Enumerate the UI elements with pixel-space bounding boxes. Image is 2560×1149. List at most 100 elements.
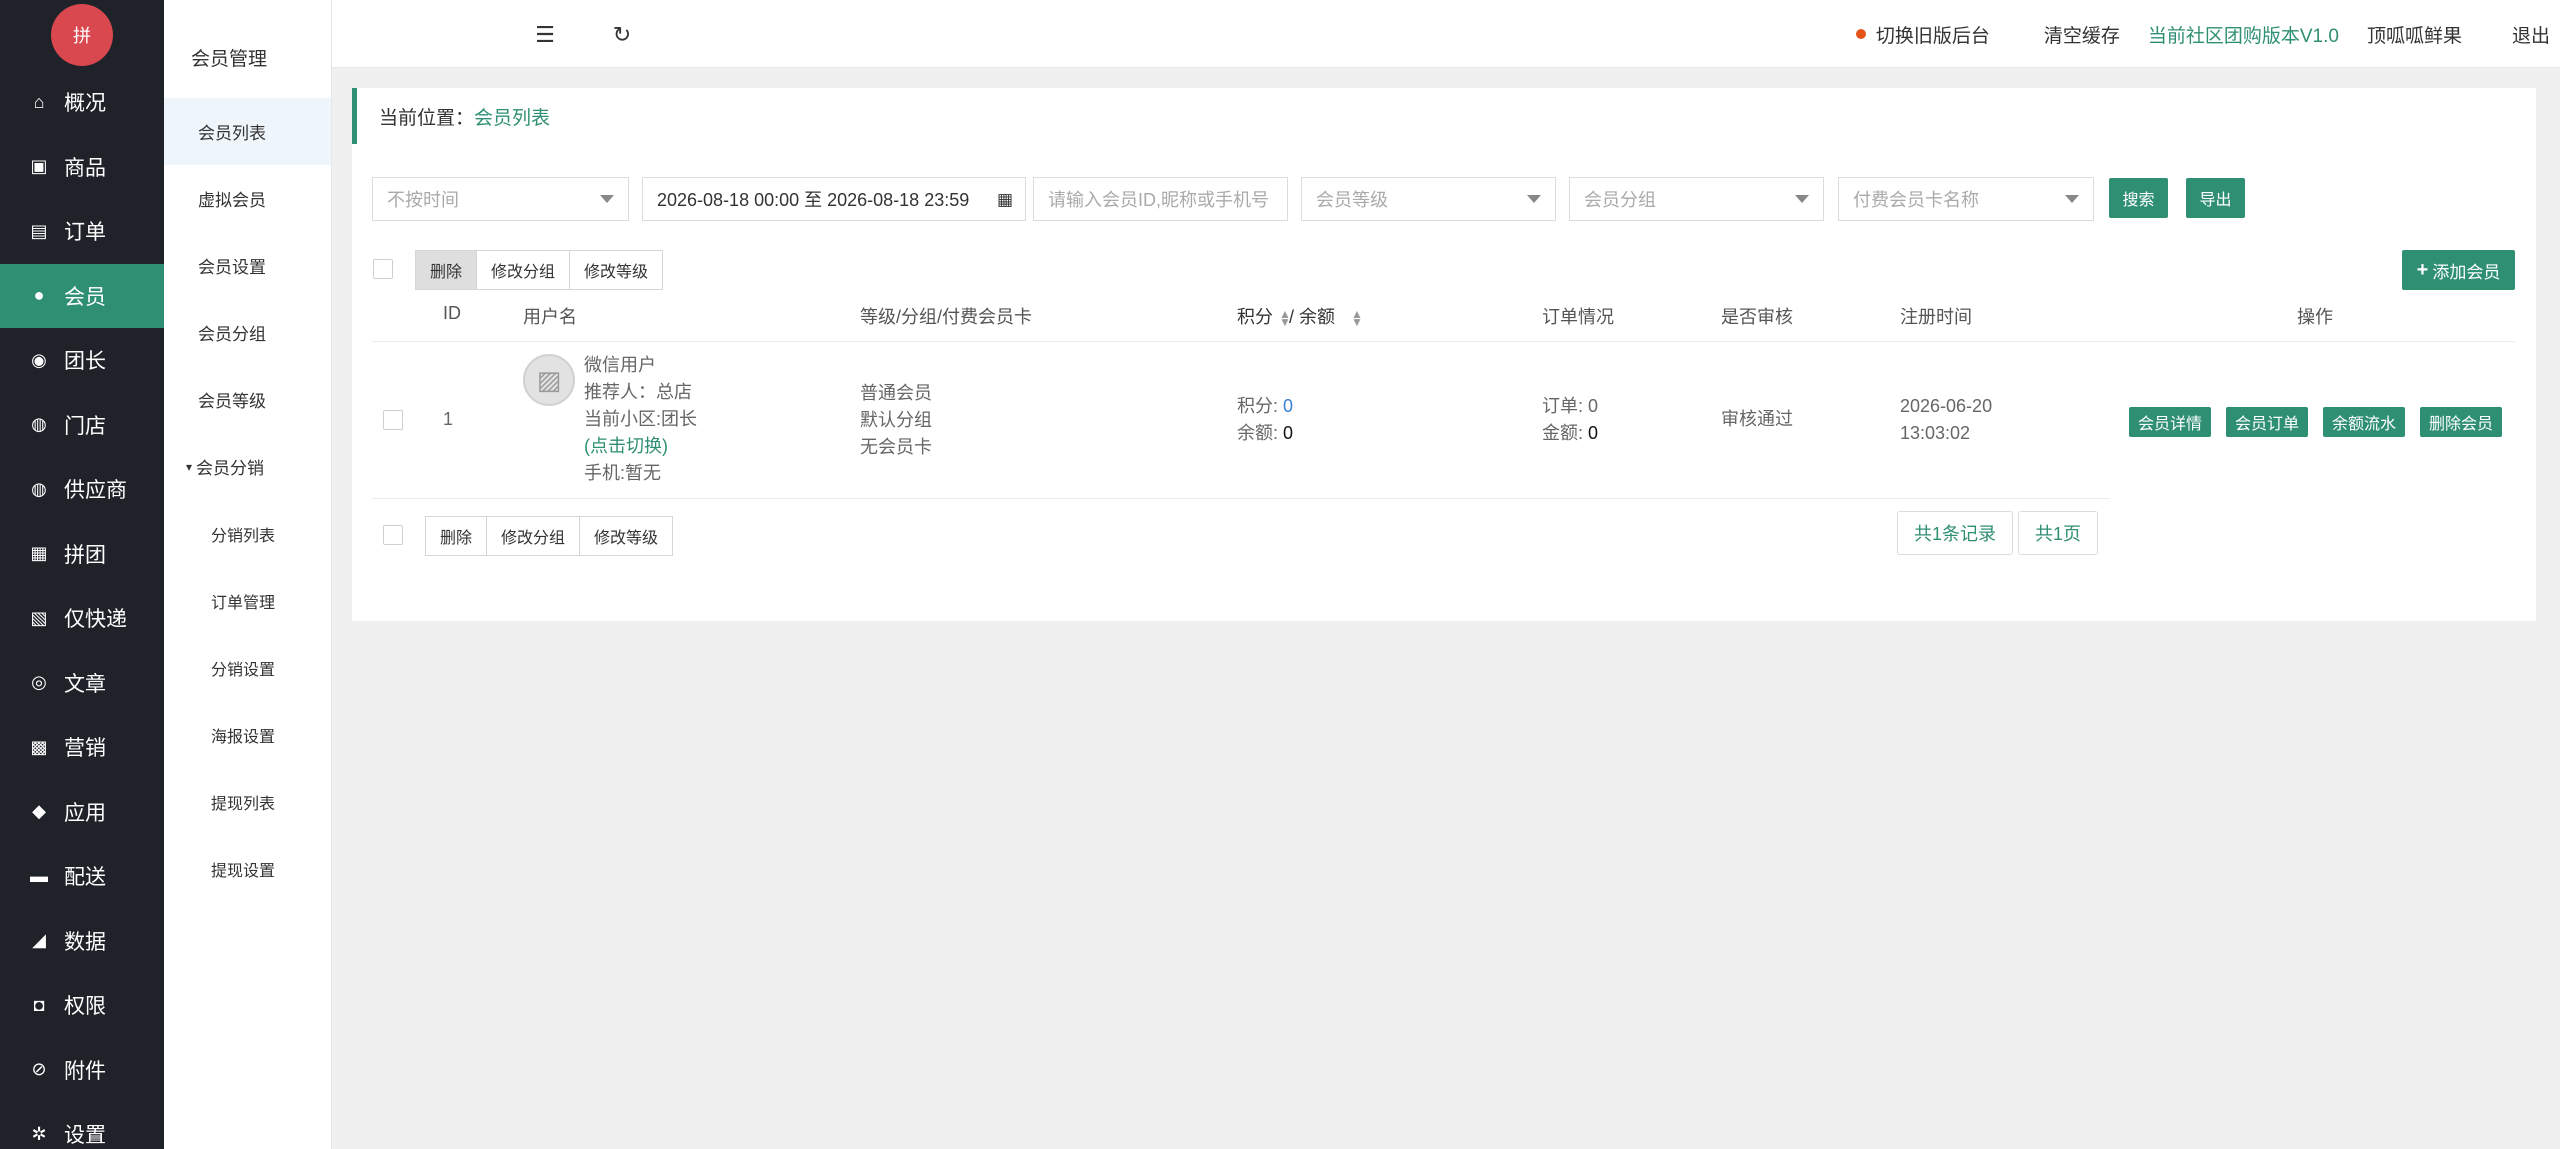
sort-icon[interactable]: ▲ ▼	[1279, 308, 1291, 328]
row-checkbox[interactable]	[383, 410, 403, 430]
gift-icon: ▩	[30, 736, 48, 757]
subnav-item-1[interactable]: 虚拟会员	[164, 165, 331, 232]
group-filter-select[interactable]: 会员分组	[1569, 177, 1824, 221]
version-link[interactable]: 当前社区团购版本V1.0	[2148, 21, 2339, 48]
subnav-item-2[interactable]: 会员设置	[164, 232, 331, 299]
logo-area: 拼	[0, 0, 164, 70]
points-value[interactable]: 0	[1283, 396, 1293, 416]
card-filter-select[interactable]: 付费会员卡名称	[1838, 177, 2094, 221]
balance-flow-button[interactable]: 余额流水	[2323, 407, 2406, 437]
sidebar-item-label: 数据	[64, 930, 106, 954]
bulk-edit-level-button[interactable]: 修改等级	[579, 516, 674, 556]
sidebar-item-12[interactable]: ▬ 配送	[0, 844, 164, 909]
delete-member-button[interactable]: 删除会员	[2420, 407, 2503, 437]
breadcrumb: 当前位置： 会员列表	[352, 88, 2536, 144]
subnav-child-1[interactable]: 订单管理	[164, 567, 331, 634]
subnav-item-4[interactable]: 会员等级	[164, 366, 331, 433]
sidebar-item-label: 配送	[64, 866, 106, 890]
chevron-down-icon	[1527, 195, 1541, 203]
sidebar-item-11[interactable]: ◆ 应用	[0, 780, 164, 845]
bulk-edit-group-button[interactable]: 修改分组	[486, 516, 581, 556]
sidebar-item-5[interactable]: ◍ 门店	[0, 393, 164, 458]
subnav-group-distribution[interactable]: ▾ 会员分销	[164, 433, 331, 500]
refresh-icon[interactable]: ↻	[609, 22, 635, 48]
article-icon: ◎	[31, 672, 47, 693]
sidebar-item-1[interactable]: ▣ 商品	[0, 135, 164, 200]
subnav-child-2[interactable]: 分销设置	[164, 634, 331, 701]
sidebar-item-13[interactable]: ◢ 数据	[0, 909, 164, 974]
search-button[interactable]: 搜索	[2109, 178, 2168, 218]
row-id: 1	[443, 409, 454, 429]
subnav-item-0[interactable]: 会员列表	[164, 98, 331, 165]
col-level: 等级/分组/付费会员卡	[860, 307, 1033, 327]
sidebar-item-2[interactable]: ▤ 订单	[0, 199, 164, 264]
sidebar-item-label: 商品	[64, 156, 106, 180]
sort-icon[interactable]: ▲ ▼	[1351, 308, 1363, 328]
clear-cache-link[interactable]: 清空缓存	[2044, 21, 2120, 48]
keyword-placeholder: 请输入会员ID,昵称或手机号	[1048, 190, 1269, 210]
card-filter-value: 付费会员卡名称	[1853, 190, 1979, 210]
col-actions: 操作	[2297, 307, 2333, 327]
export-button[interactable]: 导出	[2186, 178, 2245, 218]
bulk-actions-bottom: 删除 修改分组 修改等级	[425, 516, 674, 556]
sidebar-item-label: 会员	[64, 285, 106, 309]
level-filter-select[interactable]: 会员等级	[1301, 177, 1556, 221]
user-phone: 手机:暂无	[584, 463, 662, 483]
col-points[interactable]: 积分 ▲ ▼/ 余额 ▲ ▼	[1237, 303, 1363, 329]
store-icon: ◍	[31, 414, 47, 435]
logout-link[interactable]: 退出	[2512, 21, 2550, 48]
switch-community-link[interactable]: (点击切换)	[584, 433, 697, 460]
app-logo[interactable]: 拼	[51, 4, 113, 66]
subnav-child-3[interactable]: 海报设置	[164, 701, 331, 768]
bulk-edit-group-button[interactable]: 修改分组	[476, 250, 571, 290]
chevron-down-icon	[1795, 195, 1809, 203]
sidebar-item-15[interactable]: ⊘ 附件	[0, 1038, 164, 1103]
add-member-button[interactable]: + 添加会员	[2402, 250, 2515, 290]
bulk-delete-button[interactable]: 删除	[425, 516, 488, 556]
express-icon: ▧	[30, 607, 48, 628]
date-range-input[interactable]: 2026-08-18 00:00 至 2026-08-18 23:59 ▦	[642, 177, 1026, 221]
leader-icon: ◉	[31, 349, 47, 370]
member-detail-button[interactable]: 会员详情	[2129, 407, 2212, 437]
sidebar-item-9[interactable]: ◎ 文章	[0, 651, 164, 716]
sidebar-item-3[interactable]: ● 会员	[0, 263, 164, 328]
subnav-child-0[interactable]: 分销列表	[164, 500, 331, 567]
select-all-checkbox-bottom[interactable]	[383, 525, 403, 545]
col-audit: 是否审核	[1721, 307, 1793, 327]
time-filter-value: 不按时间	[387, 190, 459, 210]
row-divider	[372, 498, 2110, 499]
row-points-balance: 积分: 0 余额: 0	[1237, 393, 1293, 447]
bulk-actions-top: 删除 修改分组 修改等级	[415, 250, 664, 290]
breadcrumb-current[interactable]: 会员列表	[474, 103, 550, 130]
subnav-item-3[interactable]: 会员分组	[164, 299, 331, 366]
image-placeholder-icon: ▨	[536, 364, 562, 395]
collapse-menu-icon[interactable]: ☰	[532, 22, 558, 48]
col-orders: 订单情况	[1542, 307, 1614, 327]
member-orders-button[interactable]: 会员订单	[2226, 407, 2309, 437]
sidebar-item-7[interactable]: ▦ 拼团	[0, 522, 164, 587]
level-filter-value: 会员等级	[1316, 190, 1388, 210]
subnav-child-5[interactable]: 提现设置	[164, 835, 331, 902]
sidebar-item-6[interactable]: ◍ 供应商	[0, 457, 164, 522]
sidebar-item-10[interactable]: ▩ 营销	[0, 715, 164, 780]
bulk-delete-button[interactable]: 删除	[415, 250, 478, 290]
shop-name[interactable]: 顶呱呱鲜果	[2367, 21, 2462, 48]
col-username: 用户名	[523, 307, 577, 327]
group-buy-icon: ▦	[30, 543, 48, 564]
switch-old-link[interactable]: 切换旧版后台	[1876, 21, 1990, 48]
member-group: 默认分组	[860, 410, 932, 430]
sidebar-item-16[interactable]: ✲ 设置	[0, 1102, 164, 1149]
status-dot-icon	[1855, 29, 1866, 39]
sidebar-item-0[interactable]: ⌂ 概况	[0, 70, 164, 135]
bulk-edit-level-button[interactable]: 修改等级	[569, 250, 664, 290]
subnav-child-4[interactable]: 提现列表	[164, 768, 331, 835]
total-pages: 共1页	[2018, 511, 2099, 555]
supplier-icon: ◍	[31, 478, 47, 499]
sidebar-item-8[interactable]: ▧ 仅快递	[0, 586, 164, 651]
row-level-info: 普通会员 默认分组 无会员卡	[860, 380, 932, 461]
time-filter-select[interactable]: 不按时间	[372, 177, 629, 221]
sidebar-item-14[interactable]: ◘ 权限	[0, 973, 164, 1038]
select-all-checkbox[interactable]	[373, 259, 393, 279]
sidebar-item-4[interactable]: ◉ 团长	[0, 328, 164, 393]
keyword-search-input[interactable]: 请输入会员ID,昵称或手机号	[1033, 177, 1288, 221]
